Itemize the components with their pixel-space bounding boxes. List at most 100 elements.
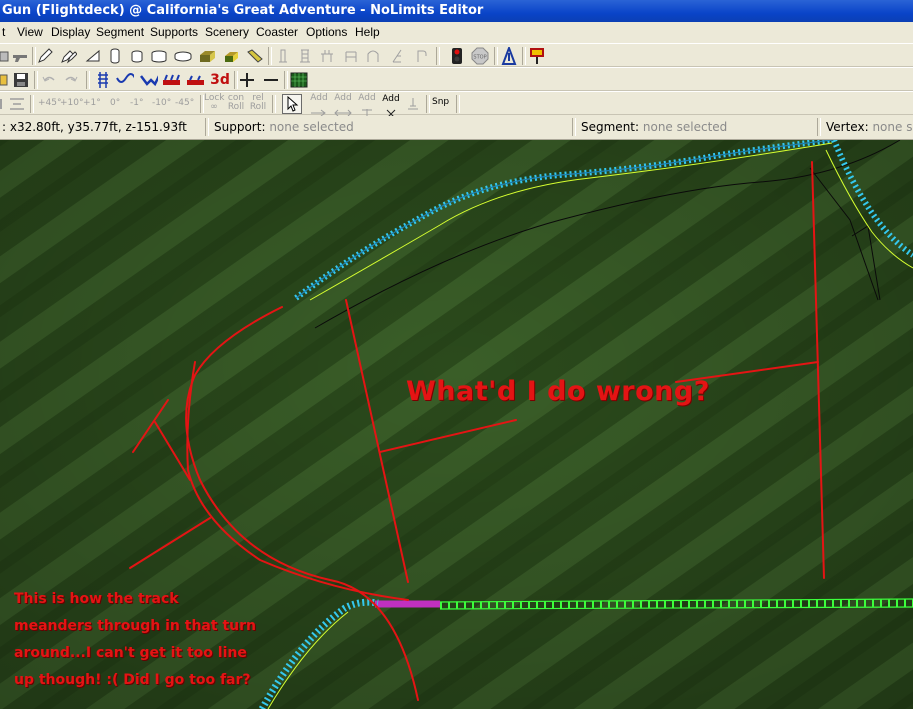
wedge-icon[interactable] [84, 47, 102, 65]
support-status-value: none selected [269, 120, 354, 134]
grid-board-icon[interactable] [290, 71, 308, 89]
support-diagonal-icon[interactable] [388, 47, 406, 65]
toolbar-tools: STOP [0, 43, 913, 67]
toolbar-separator [426, 95, 430, 113]
block-icon[interactable] [222, 47, 240, 65]
status-divider [572, 118, 576, 136]
support-tower-icon[interactable] [296, 47, 314, 65]
redo-icon[interactable] [62, 71, 80, 89]
roll-plus10-button[interactable]: +10° [60, 98, 84, 108]
stop-sign-icon[interactable]: STOP [471, 47, 489, 65]
menu-view[interactable]: View [17, 22, 43, 43]
disk-icon[interactable] [174, 47, 192, 65]
rel-roll-label-2: Roll [249, 102, 267, 112]
align-lines-icon[interactable] [8, 95, 26, 113]
open-icon[interactable] [0, 71, 8, 89]
cylinder-icon[interactable] [106, 47, 124, 65]
toolbar-separator [436, 47, 440, 65]
status-bar: : x32.80ft, y35.77ft, z-151.93ft Support… [0, 116, 913, 140]
window-title: Gun (Flightdeck) @ California's Great Ad… [2, 3, 484, 18]
paste-icon[interactable] [0, 47, 10, 65]
segment-status: Segment: none selected [581, 116, 727, 139]
menu-supports[interactable]: Supports [150, 22, 198, 43]
roll-zero-button[interactable]: 0° [110, 98, 120, 108]
vertex-status-label: Vertex: [826, 120, 869, 134]
menu-display[interactable]: Display [51, 22, 90, 43]
double-pencil-icon[interactable] [60, 47, 78, 65]
menu-edit[interactable]: t [2, 22, 5, 43]
status-divider [205, 118, 209, 136]
track-ties-icon[interactable] [94, 71, 112, 89]
annotation-line-1: This is how the track [14, 591, 179, 607]
pencil-icon[interactable] [36, 47, 54, 65]
cursor-coordinates: : x32.80ft, y35.77ft, z-151.93ft [2, 120, 187, 134]
station-sign-icon[interactable] [528, 47, 546, 65]
traffic-light-icon[interactable] [448, 47, 466, 65]
box-icon[interactable] [198, 47, 216, 65]
gun-tool-icon[interactable] [12, 47, 30, 65]
roll-plus1-button[interactable]: +1° [83, 98, 101, 108]
add-support-label: Add [358, 93, 376, 103]
menu-coaster[interactable]: Coaster [256, 22, 298, 43]
toolbar-roll: +45° +10° +1° 0° -1° -10° -45° Lock ∞ co… [0, 91, 913, 119]
support-bracket-icon[interactable] [342, 47, 360, 65]
track-wave-icon[interactable] [116, 71, 134, 89]
menu-bar: t View Display Segment Supports Scenery … [0, 22, 913, 43]
con-roll-button[interactable]: con Roll [226, 94, 246, 112]
lock-roll-button[interactable]: Lock ∞ [204, 94, 225, 112]
toolbar-separator [272, 95, 276, 113]
train-icon[interactable] [162, 71, 180, 89]
toolbar-separator [268, 47, 272, 65]
add-footer-icon[interactable] [404, 95, 422, 113]
train-cars-icon[interactable] [186, 71, 204, 89]
select-pointer-icon[interactable] [282, 94, 302, 114]
roll-minus10-button[interactable]: -10° [152, 98, 171, 108]
menu-help[interactable]: Help [355, 22, 380, 43]
remove-minus-icon[interactable] [262, 71, 280, 89]
annotation-question: What'd I do wrong? [406, 376, 710, 407]
save-icon[interactable] [12, 71, 30, 89]
track-dip-icon[interactable] [140, 71, 158, 89]
support-hook-icon[interactable] [412, 47, 430, 65]
roll-handle-icon[interactable] [0, 95, 6, 113]
support-status-label: Support: [214, 120, 266, 134]
annotation-line-2: meanders through in that turn [14, 618, 256, 634]
toolbar-separator [494, 47, 498, 65]
toolbar-separator [522, 47, 526, 65]
support-status: Support: none selected [214, 116, 354, 139]
snap-button[interactable]: Snp [432, 97, 449, 107]
toolbar-separator [30, 95, 34, 113]
cylinder-short-icon[interactable] [128, 47, 146, 65]
add-node-label: Add [382, 94, 400, 104]
support-column-icon[interactable] [274, 47, 292, 65]
editor-viewport[interactable]: What'd I do wrong? This is how the track… [0, 140, 913, 709]
view-3d-button[interactable]: 3d [208, 71, 232, 89]
menu-options[interactable]: Options [306, 22, 347, 43]
cylinder-wide-icon[interactable] [150, 47, 168, 65]
vertex-status-value: none s [872, 120, 913, 134]
support-pier-icon[interactable] [318, 47, 336, 65]
status-divider [817, 118, 821, 136]
menu-scenery[interactable]: Scenery [205, 22, 249, 43]
add-plus-icon[interactable] [238, 71, 256, 89]
vertex-status: Vertex: none s [826, 116, 912, 139]
roll-plus45-button[interactable]: +45° [38, 98, 62, 108]
undo-icon[interactable] [40, 71, 58, 89]
roll-minus1-button[interactable]: -1° [130, 98, 143, 108]
toolbar-separator [284, 71, 288, 89]
segment-status-value: none selected [642, 120, 728, 134]
beam-icon[interactable] [246, 47, 264, 65]
hazard-tower-icon[interactable] [500, 47, 518, 65]
toolbar-separator [456, 95, 460, 113]
add-vertex-label: Add [310, 93, 328, 103]
support-arch-icon[interactable] [364, 47, 382, 65]
rel-roll-button[interactable]: rel Roll [248, 94, 268, 112]
con-roll-label-2: Roll [227, 102, 245, 112]
window-title-bar: Gun (Flightdeck) @ California's Great Ad… [0, 0, 913, 22]
toolbar-edit: 3d [0, 67, 913, 91]
roll-minus45-button[interactable]: -45° [175, 98, 194, 108]
view-3d-label: 3d [210, 72, 230, 88]
svg-text:STOP: STOP [473, 55, 486, 61]
menu-segment[interactable]: Segment [96, 22, 144, 43]
toolbar-separator [86, 71, 90, 89]
